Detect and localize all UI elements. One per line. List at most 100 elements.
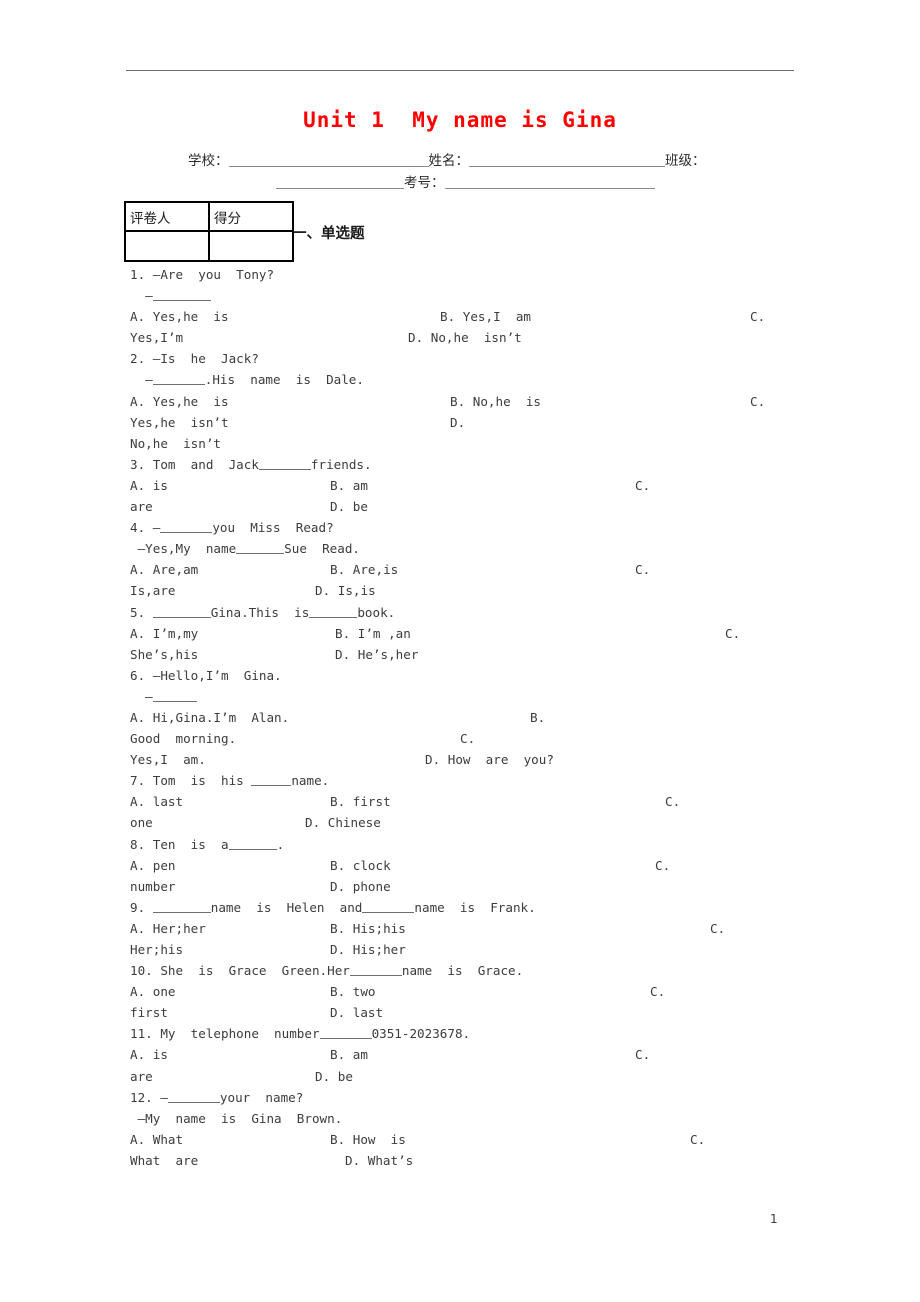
- option-c[interactable]: C.: [725, 623, 740, 644]
- option-c-text[interactable]: number: [130, 879, 176, 894]
- option-c[interactable]: C.: [635, 559, 650, 580]
- option-c-text[interactable]: What are: [130, 1153, 198, 1168]
- school-label: 学校：: [188, 153, 229, 169]
- question-stem: 12. — your name?: [130, 1089, 304, 1105]
- question-stem: 4. — you Miss Read?: [130, 520, 334, 536]
- option-d[interactable]: D. His;her: [330, 939, 406, 960]
- option-d[interactable]: D. He’s,her: [335, 644, 418, 665]
- option-b[interactable]: B. Yes,I am: [440, 306, 531, 327]
- question-stem: —: [130, 686, 830, 707]
- answer-blank[interactable]: [228, 848, 277, 850]
- option-c[interactable]: C.: [665, 791, 680, 812]
- option-b-text[interactable]: Good morning.: [130, 731, 236, 746]
- option-a[interactable]: A. Yes,he is: [130, 309, 229, 324]
- option-b[interactable]: B. am: [330, 475, 368, 496]
- answer-blank[interactable]: [258, 468, 311, 470]
- option-a[interactable]: A. pen: [130, 858, 176, 873]
- answer-blank[interactable]: [152, 911, 211, 913]
- option-c-text[interactable]: are: [130, 499, 153, 514]
- option-c-text[interactable]: Yes,I am.: [130, 752, 206, 767]
- question-stem: 8. Ten is a.: [130, 836, 285, 852]
- option-c-text[interactable]: Yes,he isn’t: [130, 415, 229, 430]
- option-c[interactable]: C.: [750, 391, 765, 412]
- option-c[interactable]: C.: [690, 1129, 705, 1150]
- question-stem: — .His name is Dale.: [130, 372, 364, 388]
- question-options: No,he isn’t: [130, 433, 830, 454]
- option-c-text[interactable]: one: [130, 815, 153, 830]
- option-a[interactable]: A. Are,am: [130, 562, 198, 577]
- option-a[interactable]: A. is: [130, 1047, 168, 1062]
- answer-blank[interactable]: [152, 384, 205, 386]
- answer-blank[interactable]: [236, 553, 285, 555]
- question-stem: 5. Gina.This is book.: [130, 604, 396, 620]
- option-c-text[interactable]: Her;his: [130, 942, 183, 957]
- option-c-text[interactable]: Yes,I’m: [130, 330, 183, 345]
- option-d-text[interactable]: No,he isn’t: [130, 436, 221, 451]
- option-b[interactable]: B. clock: [330, 855, 391, 876]
- answer-blank[interactable]: [167, 1101, 220, 1103]
- option-c[interactable]: C.: [460, 728, 475, 749]
- question-options: one D. Chinese: [130, 812, 830, 833]
- option-c[interactable]: C.: [655, 855, 670, 876]
- option-d[interactable]: D. No,he isn’t: [408, 327, 522, 348]
- option-d[interactable]: D. last: [330, 1002, 383, 1023]
- option-d[interactable]: D. phone: [330, 876, 391, 897]
- answer-blank[interactable]: [152, 616, 211, 618]
- option-c[interactable]: C.: [635, 1044, 650, 1065]
- option-c-text[interactable]: are: [130, 1069, 153, 1084]
- option-b[interactable]: B. two: [330, 981, 376, 1002]
- question-stem: —Yes,My name Sue Read.: [130, 541, 360, 557]
- option-a[interactable]: A. is: [130, 478, 168, 493]
- answer-blank[interactable]: [309, 616, 358, 618]
- name-label: 姓名：: [428, 153, 470, 169]
- question-options: A. What B. How is C.: [130, 1129, 830, 1150]
- option-d[interactable]: D. How are you?: [425, 749, 554, 770]
- question-options: A. Hi,Gina.I’m Alan. B.: [130, 707, 830, 728]
- answer-blank[interactable]: [251, 785, 292, 787]
- option-b[interactable]: B. am: [330, 1044, 368, 1065]
- answer-blank[interactable]: [319, 1038, 372, 1040]
- option-b[interactable]: B.: [530, 707, 545, 728]
- class-input[interactable]: [276, 188, 404, 189]
- document-page: Unit 1 My name is Gina 学校： 姓名： 班级： 考号： 评卷人…: [0, 0, 920, 1302]
- score-value[interactable]: [208, 230, 294, 262]
- option-d[interactable]: D. What’s: [345, 1150, 413, 1171]
- answer-blank[interactable]: [152, 300, 211, 302]
- answer-blank[interactable]: [152, 700, 197, 702]
- option-d[interactable]: D. Is,is: [315, 580, 376, 601]
- option-b[interactable]: B. How is: [330, 1129, 406, 1150]
- grader-header: 评卷人: [124, 201, 210, 232]
- option-c-text[interactable]: Is,are: [130, 583, 176, 598]
- option-b[interactable]: B. I’m ,an: [335, 623, 411, 644]
- option-a[interactable]: A. Her;her: [130, 921, 206, 936]
- school-input[interactable]: [228, 166, 429, 167]
- option-b[interactable]: B. first: [330, 791, 391, 812]
- option-a[interactable]: A. Hi,Gina.I’m Alan.: [130, 710, 289, 725]
- option-c[interactable]: C.: [710, 918, 725, 939]
- option-d[interactable]: D. be: [330, 496, 368, 517]
- answer-blank[interactable]: [349, 975, 402, 977]
- option-c-text[interactable]: first: [130, 1005, 168, 1020]
- question-options: Is,are D. Is,is: [130, 580, 830, 601]
- option-c-text[interactable]: She’s,his: [130, 647, 198, 662]
- option-d[interactable]: D.: [450, 412, 465, 433]
- question-options: Yes,I am. D. How are you?: [130, 749, 830, 770]
- grader-value[interactable]: [124, 230, 210, 262]
- answer-blank[interactable]: [362, 911, 415, 913]
- option-a[interactable]: A. last: [130, 794, 183, 809]
- option-c[interactable]: C.: [750, 306, 765, 327]
- exam-number-input[interactable]: [444, 188, 655, 189]
- name-input[interactable]: [469, 166, 665, 167]
- answer-blank[interactable]: [160, 532, 213, 534]
- option-c[interactable]: C.: [635, 475, 650, 496]
- option-c[interactable]: C.: [650, 981, 665, 1002]
- option-a[interactable]: A. I’m,my: [130, 626, 198, 641]
- option-a[interactable]: A. one: [130, 984, 176, 999]
- option-a[interactable]: A. Yes,he is: [130, 394, 229, 409]
- option-d[interactable]: D. Chinese: [305, 812, 381, 833]
- option-d[interactable]: D. be: [315, 1066, 353, 1087]
- option-a[interactable]: A. What: [130, 1132, 183, 1147]
- option-b[interactable]: B. Are,is: [330, 559, 398, 580]
- option-b[interactable]: B. No,he is: [450, 391, 541, 412]
- option-b[interactable]: B. His;his: [330, 918, 406, 939]
